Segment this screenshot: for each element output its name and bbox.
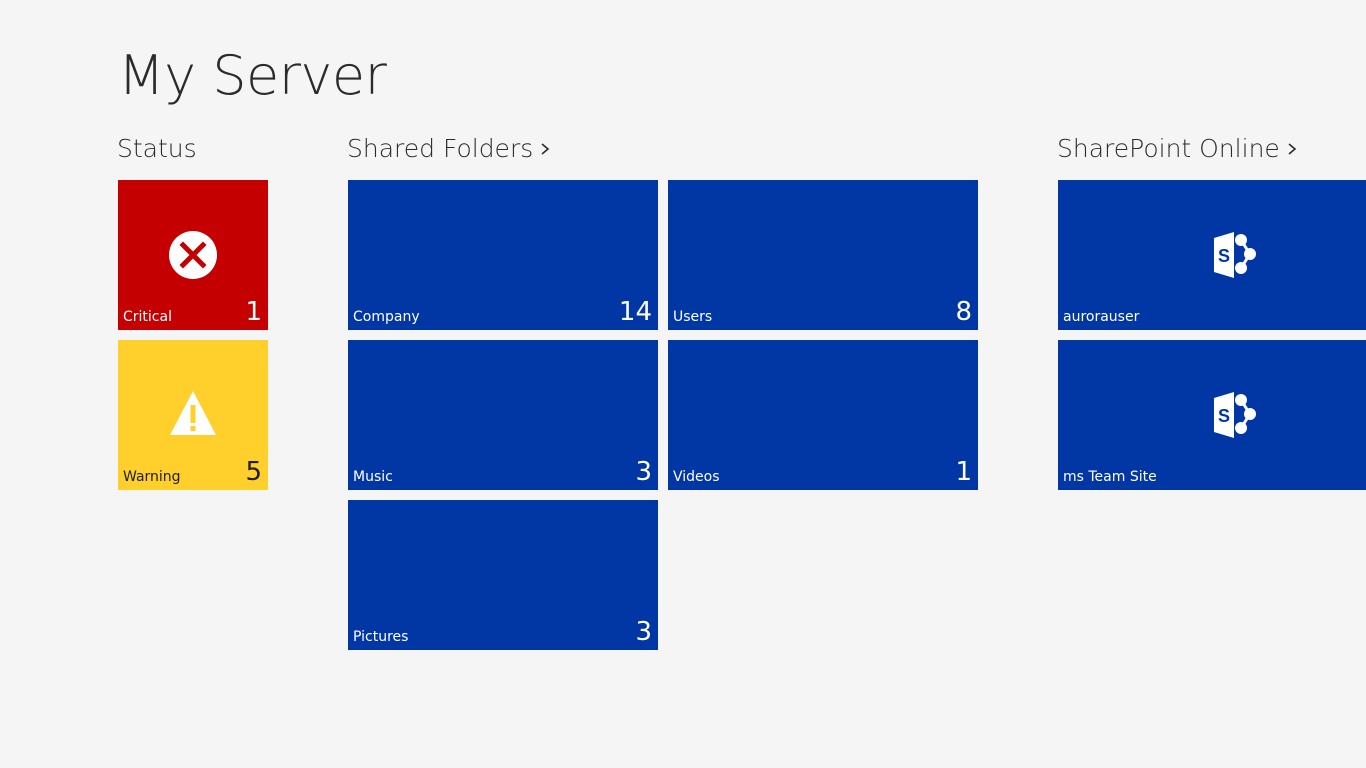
tile-count: 5 — [245, 457, 262, 487]
tile-count: 3 — [635, 457, 652, 487]
edge-fragment — [0, 180, 6, 194]
tile-count: 8 — [955, 297, 972, 327]
chevron-right-icon — [541, 142, 550, 155]
group-header-sharepoint[interactable]: SharePoint Online — [1057, 134, 1302, 163]
tile-label: Users — [673, 309, 713, 325]
tile-label: aurorauser — [1063, 309, 1140, 325]
sharepoint-icon: S — [1214, 392, 1256, 438]
page-title: My Server — [118, 44, 387, 107]
tile-label: Warning — [123, 469, 181, 485]
tile-sharepoint-aurorauser[interactable]: S aurorauser — [1058, 180, 1366, 330]
tile-folder-pictures[interactable]: Pictures 3 — [348, 500, 658, 650]
tile-label: Videos — [673, 469, 720, 485]
tile-label: ms Team Site — [1063, 469, 1157, 485]
tile-label: Critical — [123, 309, 172, 325]
tile-critical[interactable]: Critical 1 — [118, 180, 268, 330]
tile-folder-videos[interactable]: Videos 1 — [668, 340, 978, 490]
tile-count: 1 — [955, 457, 972, 487]
tile-count: 3 — [635, 617, 652, 647]
tile-folder-company[interactable]: Company 14 — [348, 180, 658, 330]
tile-label: Music — [353, 469, 393, 485]
tile-folder-music[interactable]: Music 3 — [348, 340, 658, 490]
tile-folder-users[interactable]: Users 8 — [668, 180, 978, 330]
tile-label: Pictures — [353, 629, 409, 645]
warning-triangle-icon — [170, 391, 216, 435]
sharepoint-icon: S — [1214, 232, 1256, 278]
tile-sharepoint-team-site[interactable]: S ms Team Site — [1058, 340, 1366, 490]
error-x-icon — [169, 231, 217, 279]
group-header-status: Status — [117, 134, 197, 163]
svg-text:S: S — [1218, 406, 1230, 426]
tile-warning[interactable]: Warning 5 — [118, 340, 268, 490]
tile-count: 14 — [618, 297, 652, 327]
start-screen: My Server Status Shared Folders SharePoi… — [0, 0, 1366, 768]
group-header-shared-folders[interactable]: Shared Folders — [347, 134, 555, 163]
tile-label: Company — [353, 309, 420, 325]
svg-text:S: S — [1218, 246, 1230, 266]
group-header-label: Status — [117, 134, 197, 163]
group-header-label: SharePoint Online — [1057, 134, 1280, 163]
chevron-right-icon — [1288, 142, 1297, 155]
group-header-label: Shared Folders — [347, 134, 534, 163]
tile-count: 1 — [245, 297, 262, 327]
